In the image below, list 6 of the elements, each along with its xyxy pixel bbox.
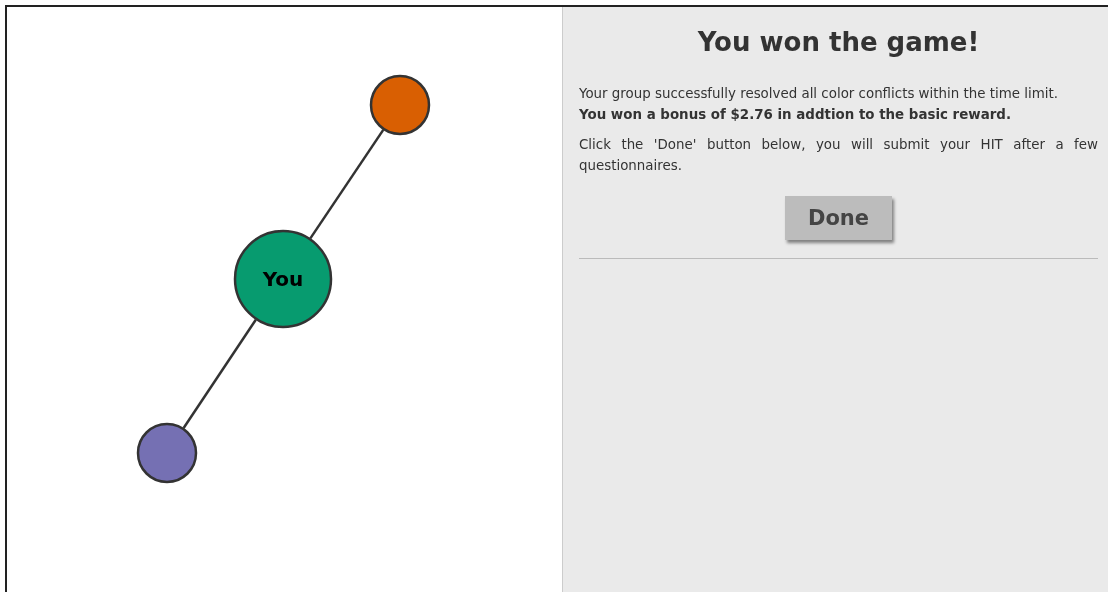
- result-message: You won a bonus of $2.76 in addtion to the basic reward.: [579, 106, 1012, 124]
- result-message: Your group successfully resolved all color conflicts within the time limit.: [579, 85, 1059, 103]
- done-button[interactable]: Done: [785, 196, 892, 240]
- result-title: You won the game!: [696, 27, 981, 57]
- node-label: You: [262, 267, 304, 291]
- result-message: Click the 'Done' button below, you will submit your HIT after a few questionnaires.: [579, 136, 1098, 175]
